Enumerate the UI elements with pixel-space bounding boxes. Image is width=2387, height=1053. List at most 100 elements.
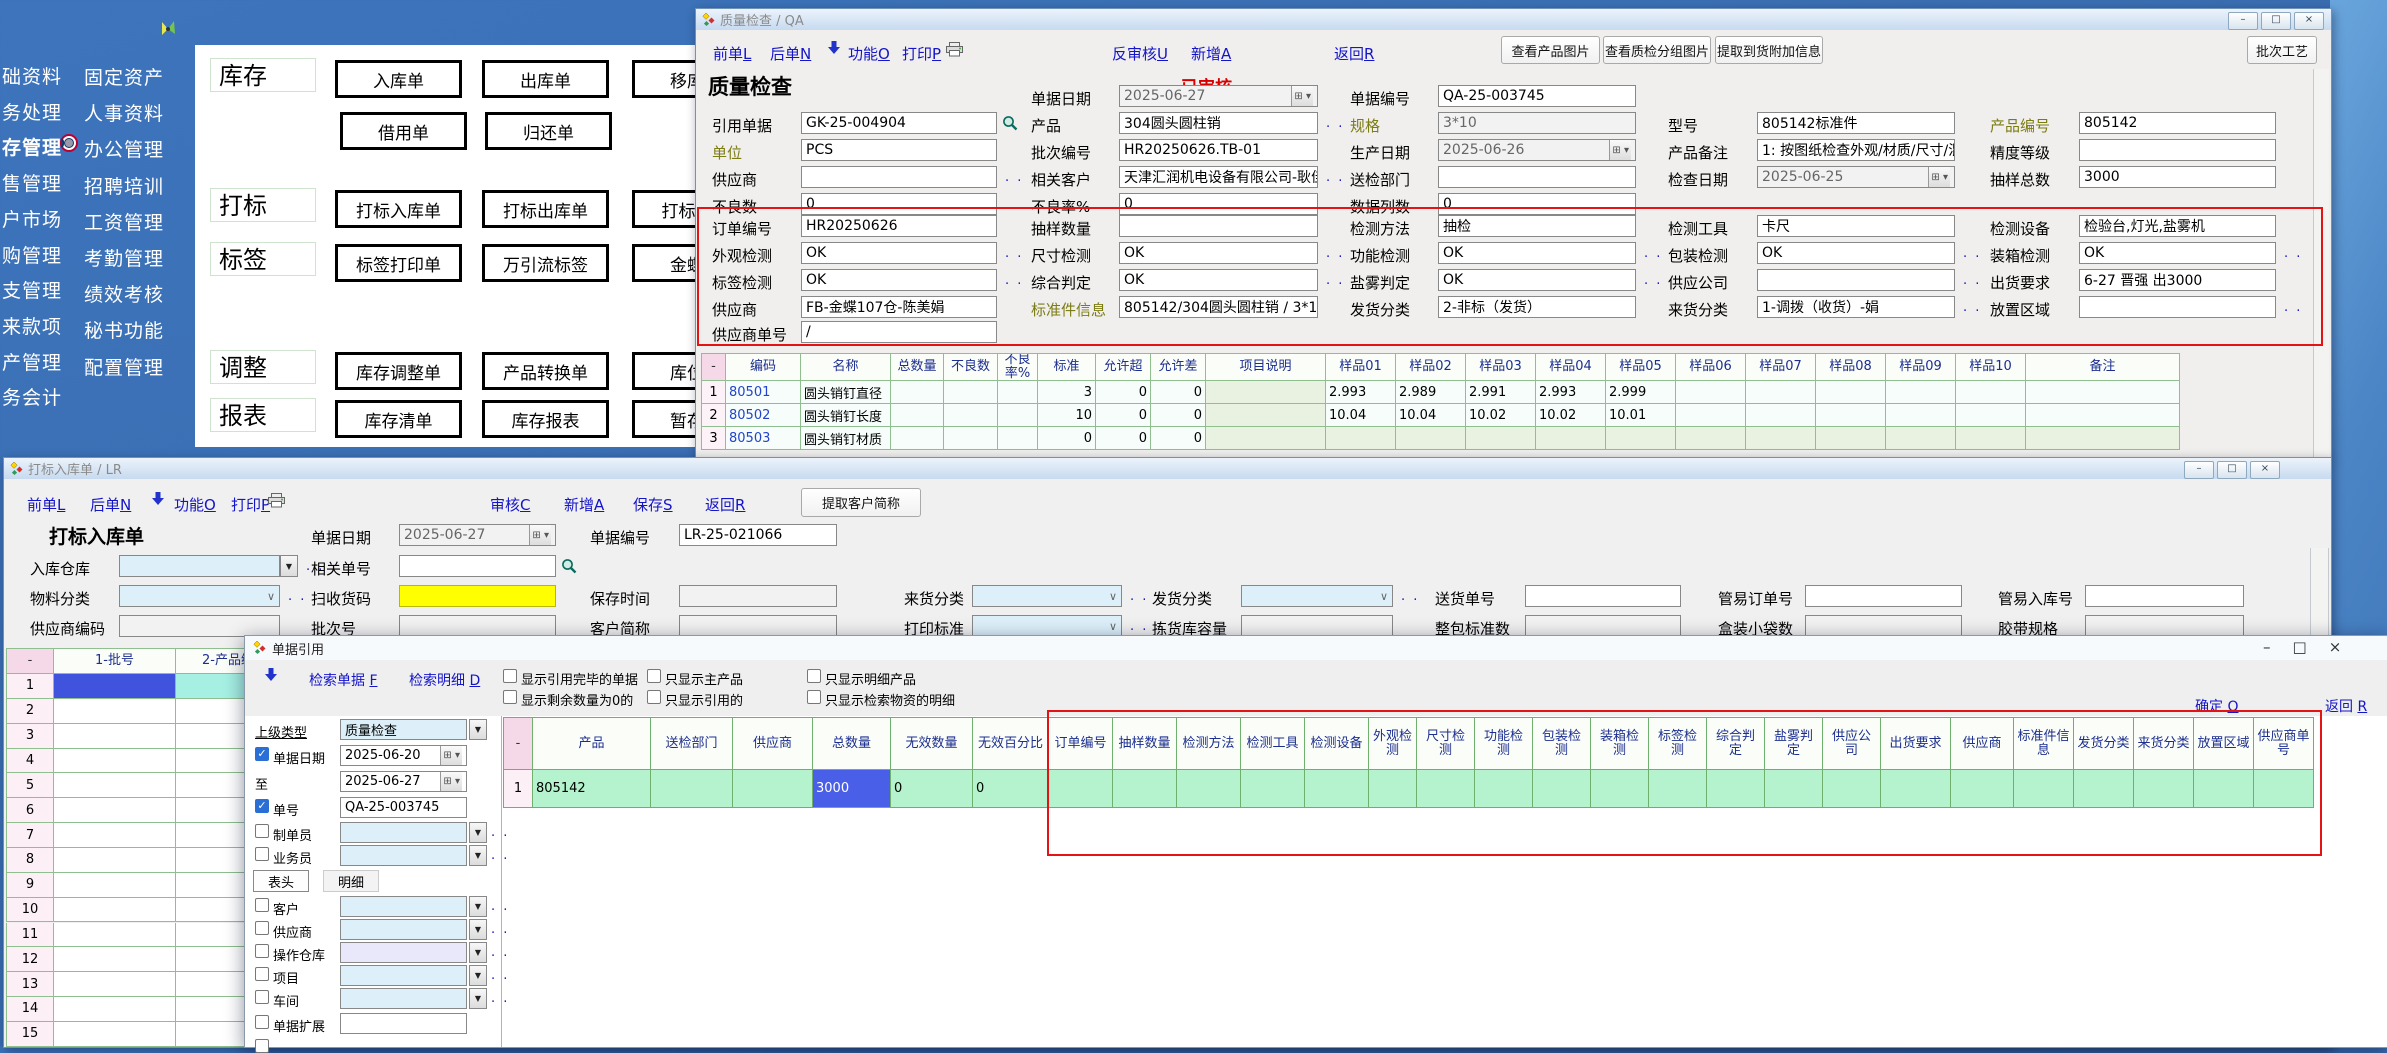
filter-input[interactable] xyxy=(340,965,467,986)
more-options-button[interactable]: . . xyxy=(1130,619,1148,634)
table-cell[interactable] xyxy=(1396,427,1466,450)
checkbox[interactable] xyxy=(255,944,269,958)
table-cell[interactable] xyxy=(1591,770,1649,808)
table-cell[interactable]: 0 xyxy=(1096,404,1151,427)
qa-field-input[interactable]: 0 xyxy=(801,193,997,215)
close-button[interactable]: × xyxy=(2250,461,2280,479)
qa-field-input[interactable]: OK xyxy=(801,269,997,291)
checkbox[interactable] xyxy=(807,669,821,683)
table-cell[interactable]: 2.999 xyxy=(1606,381,1676,404)
toolbar-link[interactable]: 打印P xyxy=(231,494,270,515)
more-options-button[interactable]: . . xyxy=(1644,246,1662,261)
more-options-button[interactable]: . . xyxy=(1130,589,1148,604)
table-cell[interactable] xyxy=(891,427,944,450)
more-options-button[interactable]: . . xyxy=(288,589,306,604)
sidebar-item[interactable]: 固定资产 xyxy=(84,63,164,90)
qa-field-input[interactable]: OK xyxy=(1438,242,1636,264)
table-cell[interactable] xyxy=(1649,770,1707,808)
more-options-button[interactable]: . . xyxy=(1963,300,1981,315)
toolbar-action-link[interactable]: 新增A xyxy=(564,494,604,515)
maximize-button[interactable]: □ xyxy=(2293,638,2307,656)
extract-customer-button[interactable]: 提取客户简称 xyxy=(801,488,921,517)
qa-field-input[interactable]: OK xyxy=(1119,269,1318,291)
table-cell[interactable] xyxy=(1466,427,1536,450)
table-cell[interactable]: 805142 xyxy=(533,770,651,808)
more-options-button[interactable]: . . xyxy=(1963,273,1981,288)
dropdown-chevron-icon[interactable]: ∨ xyxy=(1380,590,1388,603)
table-cell[interactable] xyxy=(1369,770,1417,808)
table-cell[interactable]: 0 xyxy=(1096,427,1151,450)
lr-field-input[interactable]: ∨ xyxy=(972,615,1122,637)
table-cell[interactable]: 10.02 xyxy=(1466,404,1536,427)
lr-field-input[interactable] xyxy=(399,615,556,637)
qa-field-input[interactable]: / xyxy=(801,321,997,343)
printer-icon[interactable] xyxy=(268,493,285,508)
table-cell[interactable] xyxy=(1886,381,1956,404)
header-button[interactable]: 查看产品图片 xyxy=(1501,36,1600,64)
table-cell[interactable]: 0 xyxy=(1096,381,1151,404)
sidebar-item[interactable]: 产管理 xyxy=(2,348,62,375)
table-cell[interactable] xyxy=(1676,381,1746,404)
table-cell[interactable] xyxy=(1816,404,1886,427)
toolbar-action-link[interactable]: 反审核U xyxy=(1112,43,1168,64)
qa-field-input[interactable] xyxy=(1438,166,1636,188)
sidebar-item[interactable]: 绩效考核 xyxy=(84,280,164,307)
qa-field-input[interactable]: OK xyxy=(1757,242,1955,264)
table-cell[interactable] xyxy=(1475,770,1533,808)
table-cell[interactable] xyxy=(54,923,176,948)
more-options-button[interactable]: . . xyxy=(1644,273,1662,288)
toolbar-link[interactable]: 打印P xyxy=(902,43,941,64)
table-cell[interactable]: 80501 xyxy=(726,381,801,404)
lr-field-input[interactable]: LR-25-021066 xyxy=(679,524,837,546)
close-button[interactable]: × xyxy=(2294,12,2324,30)
toolbar-action-link[interactable]: 新增A xyxy=(1191,43,1231,64)
launcher-button[interactable]: 库存清单 xyxy=(335,400,462,438)
table-cell[interactable] xyxy=(1951,770,2014,808)
minimize-button[interactable]: – xyxy=(2184,461,2214,479)
sidebar-item[interactable]: 售管理 xyxy=(2,169,62,196)
toolbar-action-link[interactable]: 保存S xyxy=(633,494,673,515)
table-cell[interactable] xyxy=(1305,770,1369,808)
toolbar-link[interactable]: 功能O xyxy=(848,43,890,64)
table-cell[interactable]: 10 xyxy=(1038,404,1096,427)
table-cell[interactable] xyxy=(54,848,176,873)
table-cell[interactable]: 2.993 xyxy=(1536,381,1606,404)
table-cell[interactable] xyxy=(998,404,1038,427)
checkbox[interactable] xyxy=(503,669,517,683)
sidebar-item[interactable]: 办公管理 xyxy=(84,135,164,162)
table-cell[interactable] xyxy=(2134,770,2194,808)
sidebar-item[interactable]: 配置管理 xyxy=(84,353,164,380)
sidebar-item[interactable]: 秘书功能 xyxy=(84,316,164,343)
lr-field-input[interactable] xyxy=(2085,585,2244,607)
sidebar-item[interactable]: 人事资料 xyxy=(84,99,164,126)
table-cell[interactable]: 0 xyxy=(1151,427,1206,450)
header-button[interactable]: 查看质检分组图片 xyxy=(1603,36,1711,64)
calendar-button[interactable]: ⊞ ▾ xyxy=(440,772,462,791)
qa-field-input[interactable]: 2025-06-26⊞ ▾ xyxy=(1438,139,1636,161)
table-cell[interactable] xyxy=(1816,427,1886,450)
qa-field-input[interactable]: OK xyxy=(2079,242,2276,264)
qa-field-input[interactable]: 1-调拨（收货）-娟 xyxy=(1757,296,1955,318)
dropdown-button[interactable]: ▼ xyxy=(280,555,298,577)
launcher-button[interactable]: 归还单 xyxy=(485,112,612,150)
qa-field-input[interactable]: 0 xyxy=(1438,193,1636,215)
qa-field-input[interactable]: HR20250626.TB-01 xyxy=(1119,139,1318,161)
lr-field-input[interactable] xyxy=(1805,615,1962,637)
checkbox[interactable] xyxy=(807,690,821,704)
lr-field-input[interactable]: ∨ xyxy=(119,585,280,607)
table-cell[interactable] xyxy=(54,997,176,1022)
qa-field-input[interactable]: HR20250626 xyxy=(801,215,997,237)
table-cell[interactable] xyxy=(1746,427,1816,450)
table-cell[interactable]: 10.04 xyxy=(1396,404,1466,427)
checkbox[interactable] xyxy=(647,669,661,683)
table-cell[interactable] xyxy=(1746,404,1816,427)
table-cell[interactable] xyxy=(2194,770,2254,808)
lr-field-input[interactable]: ∨ xyxy=(972,585,1122,607)
table-cell[interactable] xyxy=(1241,770,1305,808)
qa-field-input[interactable]: 3000 xyxy=(2079,166,2276,188)
toolbar-link[interactable]: 后单N xyxy=(90,494,131,515)
lr-field-input[interactable] xyxy=(119,555,280,577)
more-options-button[interactable]: . . xyxy=(1326,170,1344,185)
launcher-button[interactable]: 标签打印单 xyxy=(335,244,462,282)
table-cell[interactable] xyxy=(54,749,176,774)
